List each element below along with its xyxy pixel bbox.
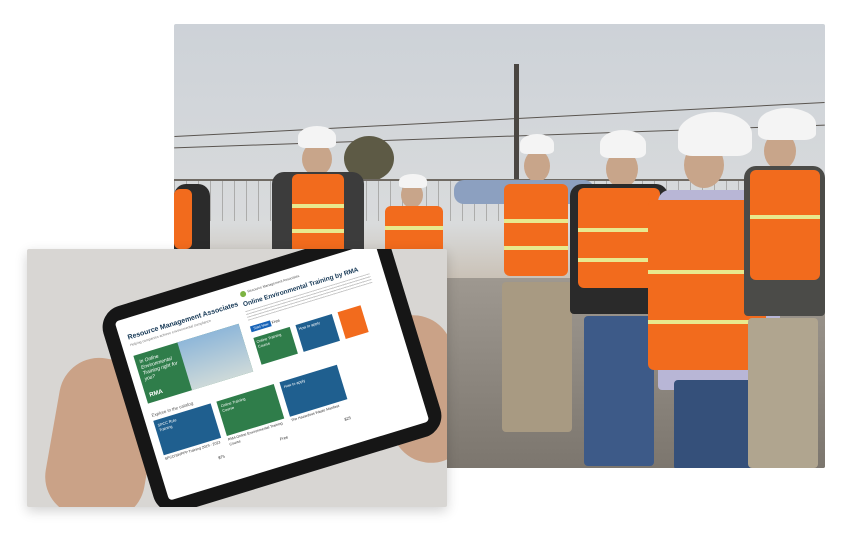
- tablet-screen: Resource Management Associates Helping c…: [114, 249, 430, 501]
- catalog-card[interactable]: SPCC Rule Training SPCC/SWPPP Training 2…: [153, 403, 228, 478]
- catalog-card[interactable]: How to apply The Hazardous Waste Manifes…: [279, 364, 354, 440]
- related-thumb[interactable]: [337, 305, 369, 340]
- card-image-text: SPCC Rule Training: [157, 418, 178, 432]
- worker: [262, 124, 372, 254]
- card-image-text: How to apply: [283, 378, 306, 390]
- hero-image: [177, 323, 254, 391]
- course-price: Free: [270, 317, 281, 325]
- related-thumb-label: Online Training Course: [256, 332, 282, 349]
- related-thumb[interactable]: Online Training Course: [253, 326, 298, 365]
- card-price: Free: [279, 434, 289, 442]
- worker: [379, 174, 449, 254]
- hero-logo: RMA: [148, 388, 164, 399]
- worker: [174, 184, 214, 254]
- related-thumb-label: How to apply: [298, 320, 321, 332]
- catalog-card[interactable]: Online Training Course RMA Online Enviro…: [216, 384, 291, 459]
- worker: [734, 108, 825, 468]
- tablet-photo: Resource Management Associates Helping c…: [27, 249, 447, 507]
- card-price: $75: [217, 453, 226, 461]
- tablet-device: Resource Management Associates Helping c…: [97, 249, 447, 507]
- start-now-button[interactable]: Start Now: [249, 320, 273, 333]
- card-image-text: Online Training Course: [220, 397, 247, 413]
- card-price: $25: [343, 415, 352, 422]
- org-logo-icon: [239, 290, 247, 298]
- related-thumb[interactable]: How to apply: [295, 314, 340, 352]
- hero-text: In Online Environmental Training right f…: [138, 353, 179, 383]
